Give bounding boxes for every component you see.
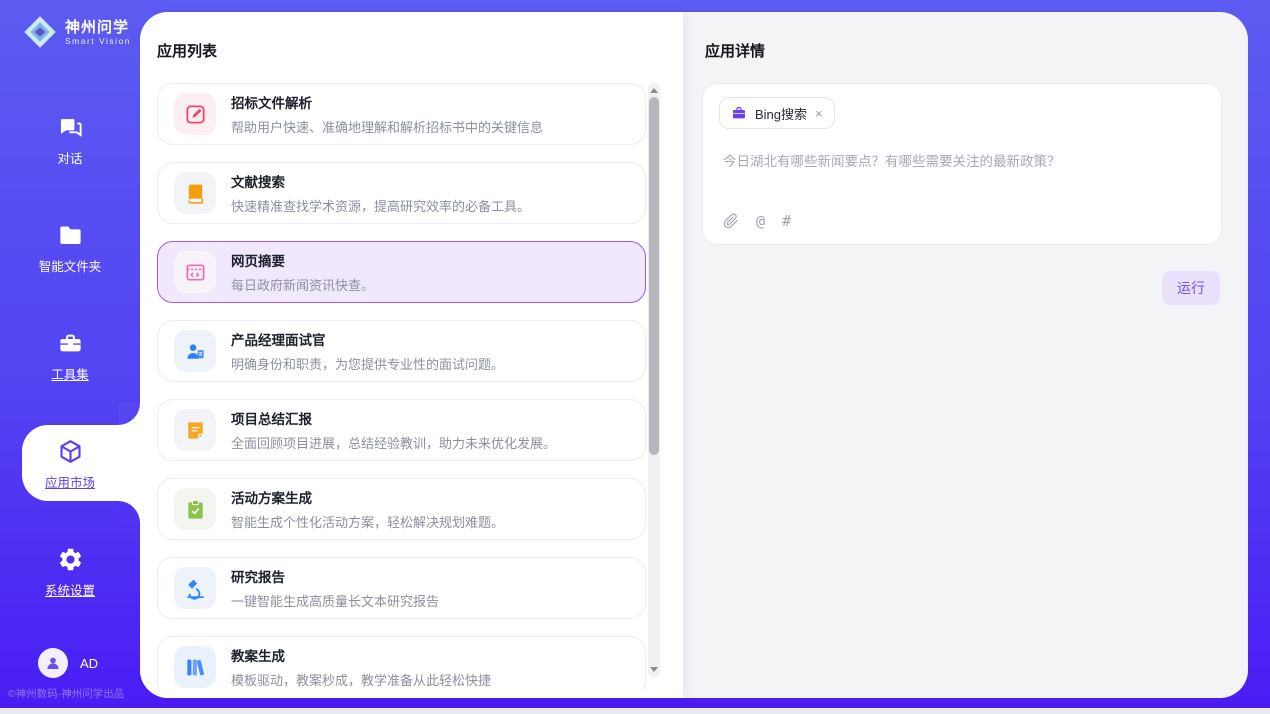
query-text-input[interactable]: 今日湖北有哪些新闻要点？有哪些需要关注的最新政策？ <box>723 150 1201 170</box>
scroll-up-icon[interactable] <box>650 88 658 93</box>
brand-name: 神州问学 <box>65 19 131 36</box>
folder-icon <box>57 222 84 249</box>
gear-icon <box>57 546 84 573</box>
run-button[interactable]: 运行 <box>1162 271 1220 305</box>
app-card-description: 全面回顾项目进展，总结经验教训，助力未来优化发展。 <box>231 433 556 452</box>
interviewer-icon <box>184 340 207 363</box>
app-card-description: 智能生成个性化活动方案，轻松解决规划难题。 <box>231 512 504 531</box>
app-card-title: 网页摘要 <box>231 250 374 270</box>
person-icon <box>44 654 62 672</box>
app-card-description: 明确身份和职责，为您提供专业性的面试问题。 <box>231 354 504 373</box>
app-detail-title: 应用详情 <box>705 40 765 61</box>
avatar <box>38 648 68 678</box>
app-card-title: 产品经理面试官 <box>231 329 504 349</box>
sidebar-item-toolbox[interactable]: 工具集 <box>0 324 140 388</box>
prompt-composer: Bing搜索 × 今日湖北有哪些新闻要点？有哪些需要关注的最新政策？ @ # <box>702 83 1222 245</box>
hashtag-icon[interactable]: # <box>782 212 791 230</box>
app-card-description: 快速精准查找学术资源，提高研究效率的必备工具。 <box>231 196 530 215</box>
browser-icon <box>184 261 207 284</box>
app-card[interactable]: 项目总结汇报 全面回顾项目进展，总结经验教训，助力未来优化发展。 <box>157 399 646 461</box>
app-card[interactable]: 招标文件解析 帮助用户快速、准确地理解和解析招标书中的关键信息 <box>157 83 646 145</box>
scrollbar[interactable] <box>648 83 660 677</box>
scrollbar-thumb[interactable] <box>649 97 659 455</box>
app-card-description: 模板驱动，教案秒成，教学准备从此轻松快捷 <box>231 670 491 689</box>
scroll-down-icon[interactable] <box>650 667 658 672</box>
sidebar: 神州问学 Smart Vision 对话 智能文件夹 工具集 应用市场 系统设置… <box>0 0 140 708</box>
mention-icon[interactable]: @ <box>756 212 765 230</box>
sidebar-item-cube[interactable]: 应用市场 <box>0 432 140 496</box>
copyright-footer: ©神州数码·神州问学出品 <box>8 686 142 701</box>
close-icon[interactable]: × <box>815 107 823 120</box>
brand-logo: 神州问学 Smart Vision <box>22 14 131 50</box>
app-list-panel: 应用列表 招标文件解析 帮助用户快速、准确地理解和解析招标书中的关键信息 文献搜… <box>140 12 683 698</box>
diamond-logo-icon <box>22 14 58 50</box>
app-card-description: 帮助用户快速、准确地理解和解析招标书中的关键信息 <box>231 117 543 136</box>
app-card-description: 每日政府新闻资讯快查。 <box>231 275 374 294</box>
chat-icon <box>57 114 84 141</box>
app-card-title: 研究报告 <box>231 566 439 586</box>
briefcase-icon <box>731 105 747 121</box>
brand-subtitle: Smart Vision <box>65 36 131 46</box>
app-card-description: 一键智能生成高质量长文本研究报告 <box>231 591 439 610</box>
app-list-title: 应用列表 <box>157 40 217 61</box>
sidebar-item-chat[interactable]: 对话 <box>0 108 140 172</box>
user-initials: AD <box>80 656 98 671</box>
app-card-title: 文献搜索 <box>231 171 530 191</box>
app-card-title: 项目总结汇报 <box>231 408 556 428</box>
tool-tag-label: Bing搜索 <box>755 104 807 123</box>
paperclip-icon[interactable] <box>723 213 739 229</box>
clipboard-check-icon <box>184 498 207 521</box>
tool-tag-bing-search[interactable]: Bing搜索 × <box>719 97 835 129</box>
app-card-title: 活动方案生成 <box>231 487 504 507</box>
edit-square-icon <box>184 103 207 126</box>
app-card-list: 招标文件解析 帮助用户快速、准确地理解和解析招标书中的关键信息 文献搜索 快速精… <box>157 83 648 689</box>
app-detail-panel: 应用详情 Bing搜索 × 今日湖北有哪些新闻要点？有哪些需要关注的最新政策？ … <box>683 12 1248 698</box>
book-icon <box>184 182 207 205</box>
app-card[interactable]: 研究报告 一键智能生成高质量长文本研究报告 <box>157 557 646 619</box>
microscope-icon <box>184 577 207 600</box>
app-card[interactable]: 网页摘要 每日政府新闻资讯快查。 <box>157 241 646 303</box>
app-card[interactable]: 教案生成 模板驱动，教案秒成，教学准备从此轻松快捷 <box>157 636 646 689</box>
toolbox-icon <box>57 330 84 357</box>
books-icon <box>184 656 207 679</box>
user-account[interactable]: AD <box>38 648 98 678</box>
main-content: 应用列表 招标文件解析 帮助用户快速、准确地理解和解析招标书中的关键信息 文献搜… <box>140 12 1248 698</box>
app-card-title: 教案生成 <box>231 645 491 665</box>
app-card[interactable]: 产品经理面试官 明确身份和职责，为您提供专业性的面试问题。 <box>157 320 646 382</box>
app-card-title: 招标文件解析 <box>231 92 543 112</box>
note-icon <box>184 419 207 442</box>
app-frame: 神州问学 Smart Vision 对话 智能文件夹 工具集 应用市场 系统设置… <box>0 0 1270 708</box>
sidebar-item-gear[interactable]: 系统设置 <box>0 540 140 604</box>
cube-icon <box>57 438 84 465</box>
sidebar-item-folder[interactable]: 智能文件夹 <box>0 216 140 280</box>
app-card[interactable]: 活动方案生成 智能生成个性化活动方案，轻松解决规划难题。 <box>157 478 646 540</box>
composer-toolbar: @ # <box>723 212 791 230</box>
app-card[interactable]: 文献搜索 快速精准查找学术资源，提高研究效率的必备工具。 <box>157 162 646 224</box>
